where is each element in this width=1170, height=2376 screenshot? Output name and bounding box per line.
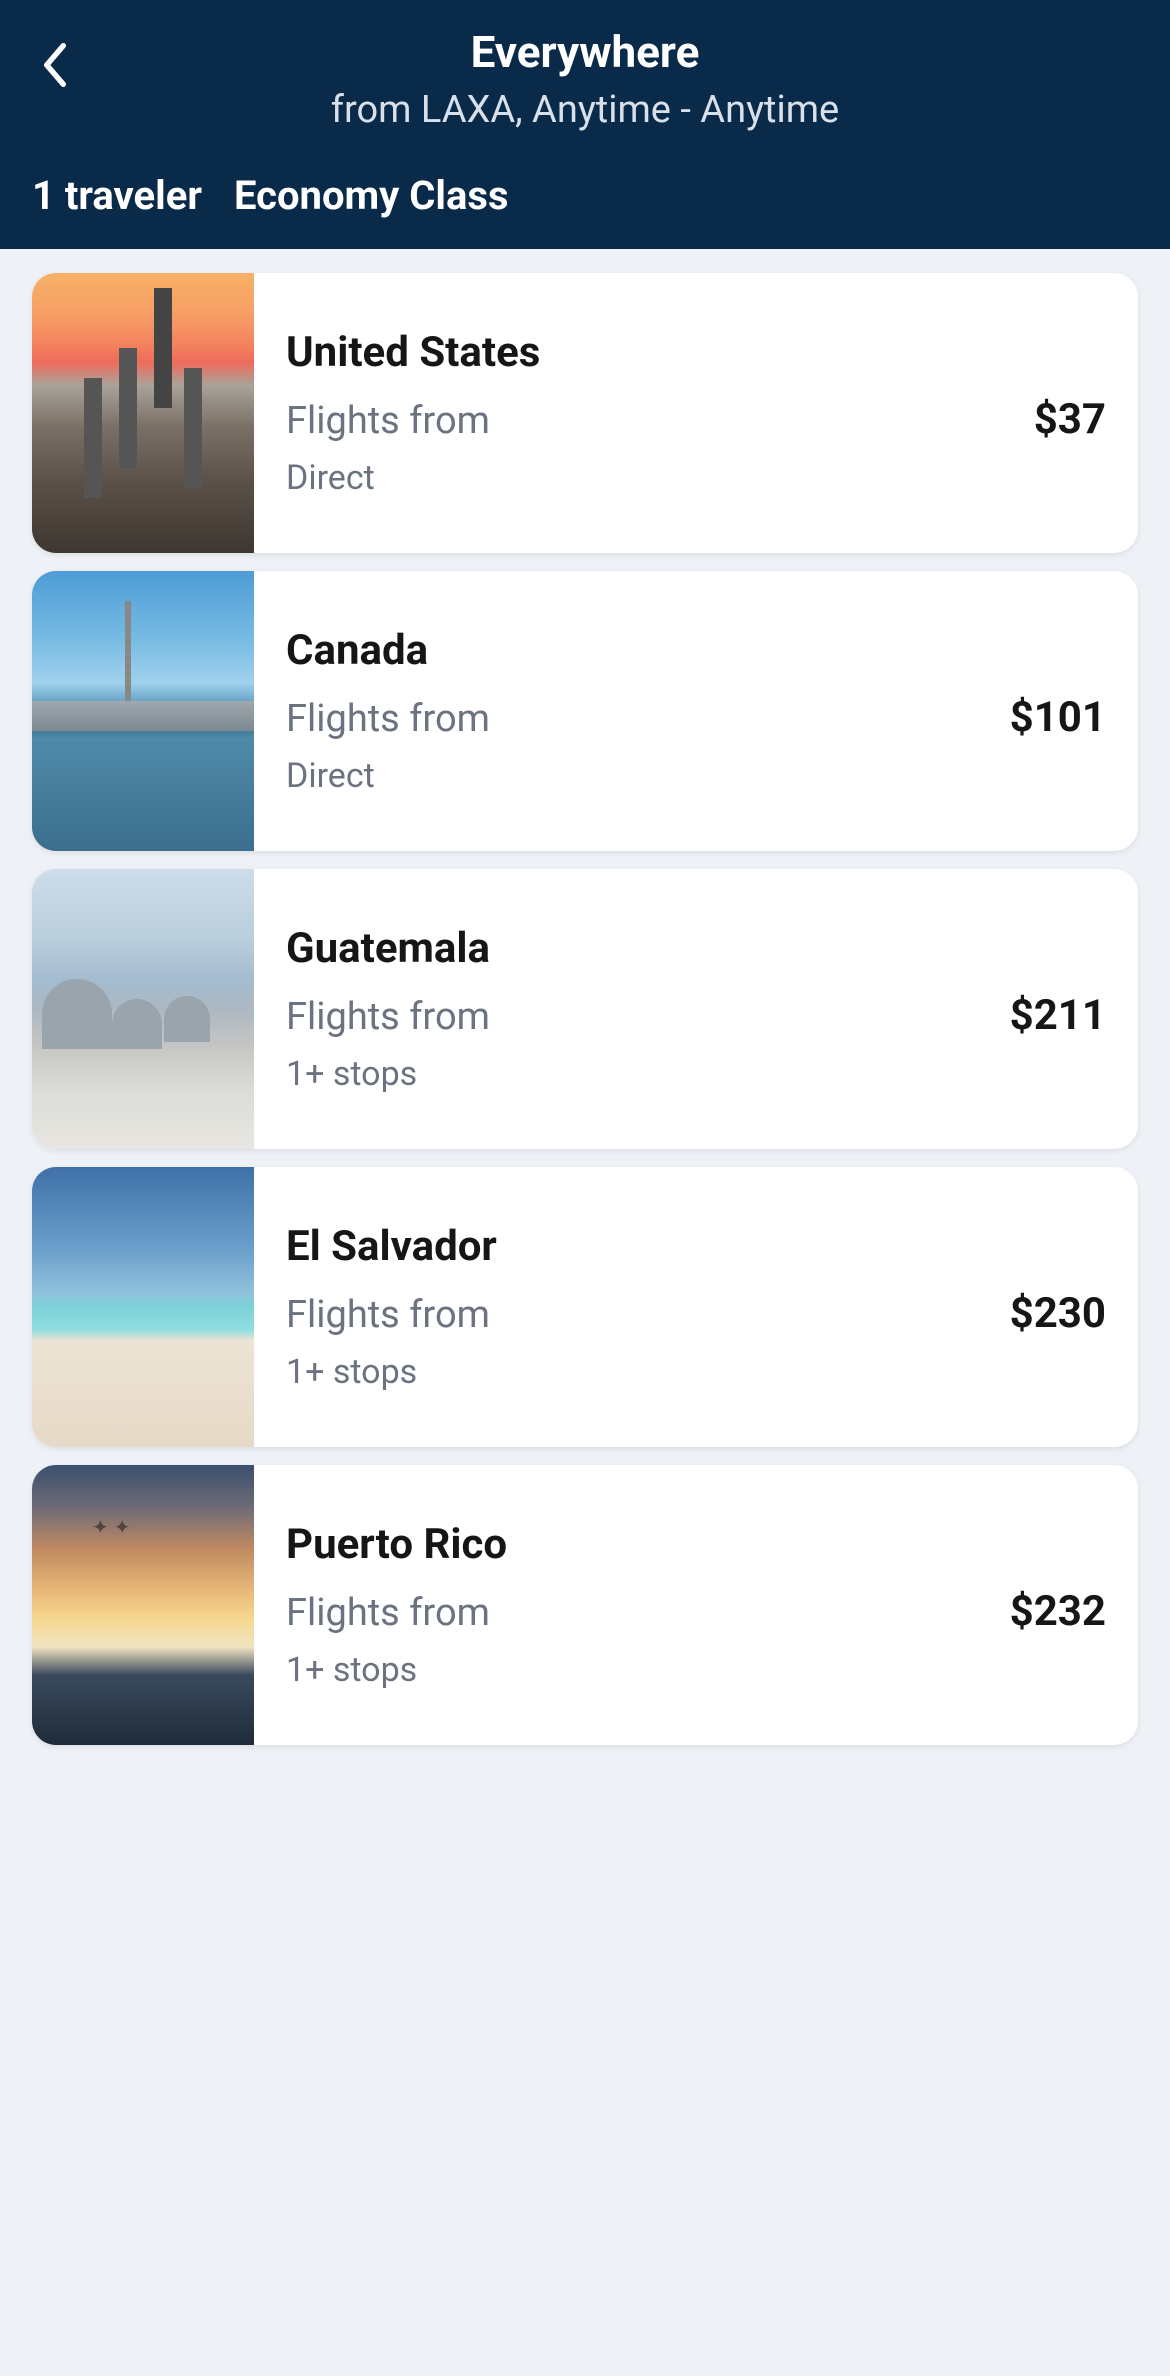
price: $101 xyxy=(1010,693,1106,742)
destination-card[interactable]: Guatemala Flights from $211 1+ stops xyxy=(32,869,1138,1149)
destination-card[interactable]: Puerto Rico Flights from $232 1+ stops xyxy=(32,1465,1138,1745)
price: $232 xyxy=(1010,1587,1106,1636)
destination-name: United States xyxy=(286,328,1106,377)
destination-thumbnail xyxy=(32,869,254,1149)
price: $211 xyxy=(1010,991,1106,1040)
destination-card[interactable]: Canada Flights from $101 Direct xyxy=(32,571,1138,851)
destination-name: El Salvador xyxy=(286,1222,1106,1271)
destination-name: Guatemala xyxy=(286,924,1106,973)
back-button[interactable] xyxy=(30,40,80,90)
flights-from-label: Flights from xyxy=(286,1293,490,1337)
flights-from-label: Flights from xyxy=(286,995,490,1039)
stops-label: 1+ stops xyxy=(286,1352,1106,1392)
stops-label: 1+ stops xyxy=(286,1650,1106,1690)
price: $230 xyxy=(1010,1289,1106,1338)
destination-card-body: Puerto Rico Flights from $232 1+ stops xyxy=(254,1465,1138,1745)
destination-card-body: United States Flights from $37 Direct xyxy=(254,273,1138,553)
stops-label: 1+ stops xyxy=(286,1054,1106,1094)
flights-from-label: Flights from xyxy=(286,399,490,443)
destination-card-body: Guatemala Flights from $211 1+ stops xyxy=(254,869,1138,1149)
price-row: Flights from $37 xyxy=(286,395,1106,444)
flights-from-label: Flights from xyxy=(286,697,490,741)
destination-name: Canada xyxy=(286,626,1106,675)
results-list: United StatesFlights from$37DirectCanada… xyxy=(0,249,1170,1787)
destination-thumbnail xyxy=(32,571,254,851)
price-row: Flights from $211 xyxy=(286,991,1106,1040)
destination-card[interactable]: El Salvador Flights from $230 1+ stops xyxy=(32,1167,1138,1447)
price: $37 xyxy=(1034,395,1106,444)
destination-card-body: Canada Flights from $101 Direct xyxy=(254,571,1138,851)
filters-row: 1 traveler Economy Class xyxy=(32,172,1138,219)
price-row: Flights from $232 xyxy=(286,1587,1106,1636)
chevron-left-icon xyxy=(41,43,69,87)
destination-card-body: El Salvador Flights from $230 1+ stops xyxy=(254,1167,1138,1447)
stops-label: Direct xyxy=(286,458,1106,498)
destination-thumbnail xyxy=(32,1167,254,1447)
destination-thumbnail xyxy=(32,273,254,553)
search-subtitle[interactable]: from LAXA, Anytime - Anytime xyxy=(32,88,1138,132)
destination-title[interactable]: Everywhere xyxy=(32,26,1138,78)
flights-from-label: Flights from xyxy=(286,1591,490,1635)
destination-name: Puerto Rico xyxy=(286,1520,1106,1569)
price-row: Flights from $101 xyxy=(286,693,1106,742)
destination-card[interactable]: United States Flights from $37 Direct xyxy=(32,273,1138,553)
stops-label: Direct xyxy=(286,756,1106,796)
cabin-class-filter[interactable]: Economy Class xyxy=(234,172,509,219)
travelers-filter[interactable]: 1 traveler xyxy=(32,172,202,219)
price-row: Flights from $230 xyxy=(286,1289,1106,1338)
search-header: Everywhere from LAXA, Anytime - Anytime … xyxy=(0,0,1170,249)
destination-thumbnail xyxy=(32,1465,254,1745)
